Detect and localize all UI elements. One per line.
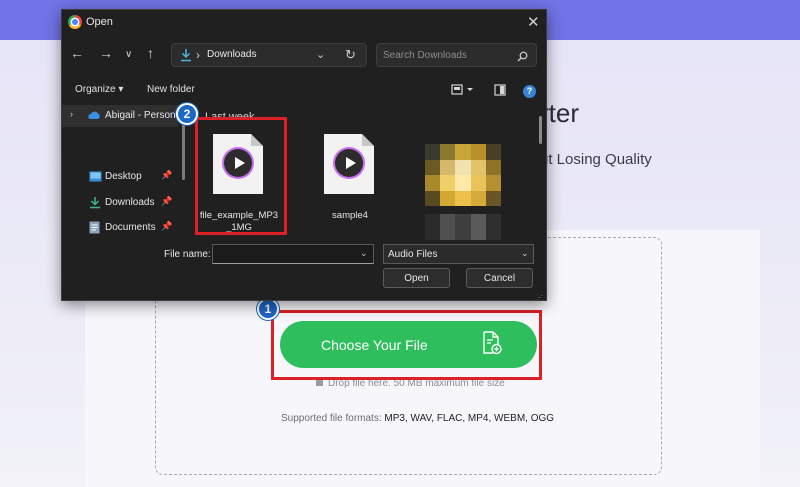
back-arrow-icon[interactable]: ← — [70, 45, 84, 61]
file-name-label: File name: — [164, 249, 211, 260]
new-folder-button[interactable]: New folder — [147, 84, 195, 95]
supported-formats: Supported file formats: MP3, WAV, FLAC, … — [281, 413, 554, 424]
address-bar[interactable]: › Downloads ⌄ ↻ — [171, 43, 367, 67]
nav-item-documents[interactable]: Documents 📌 — [62, 217, 178, 239]
file-type-value: Audio Files — [388, 249, 438, 260]
preview-pane-icon[interactable] — [494, 83, 506, 101]
nav-label-downloads: Downloads — [105, 197, 155, 208]
cancel-button[interactable]: Cancel — [466, 268, 533, 288]
open-button[interactable]: Open — [383, 268, 450, 288]
dialog-navbar: ← → ∨ ↑ › Downloads ⌄ ↻ — [62, 40, 546, 70]
breadcrumb-chevron-icon: › — [196, 48, 200, 62]
formats-label: Supported file formats: — [281, 413, 382, 424]
breadcrumb-downloads[interactable]: Downloads — [207, 49, 256, 60]
download-icon — [180, 48, 192, 67]
documents-icon — [89, 221, 100, 237]
dialog-titlebar[interactable]: Open ✕ — [62, 10, 546, 36]
nav-item-desktop[interactable]: Desktop 📌 — [62, 166, 178, 188]
pin-icon: 📌 — [161, 170, 173, 180]
nav-label-abigail: Abigail - Person — [105, 110, 176, 121]
upload-icon — [316, 379, 323, 386]
chevron-down-icon[interactable]: ⌄ — [316, 48, 325, 61]
forward-arrow-icon[interactable]: → — [99, 45, 113, 61]
open-file-dialog: Open ✕ ← → ∨ ↑ › Downloads ⌄ ↻ Organize … — [61, 9, 547, 301]
step-badge-1: 1 — [257, 298, 279, 320]
organize-menu[interactable]: Organize ▾ — [75, 84, 123, 95]
view-options-icon[interactable] — [451, 83, 475, 101]
help-icon[interactable]: ? — [523, 85, 536, 98]
resize-grip-icon[interactable]: ⋰ — [536, 294, 543, 300]
play-icon — [335, 149, 363, 177]
file-list-scroll-thumb[interactable] — [539, 116, 542, 144]
organize-label: Organize — [75, 84, 116, 95]
desktop-icon — [89, 171, 102, 185]
nav-label-desktop: Desktop — [105, 171, 142, 182]
image-thumbnail[interactable] — [425, 214, 501, 240]
dialog-title: Open — [86, 16, 113, 28]
formats-list: MP3, WAV, FLAC, MP4, WEBM, OGG — [384, 413, 555, 424]
chevron-down-icon: ⌄ — [521, 248, 529, 258]
highlight-choose-file — [271, 310, 542, 380]
image-thumbnail[interactable] — [425, 144, 501, 206]
download-icon — [89, 196, 101, 212]
dialog-footer: File name: ⌄ Audio Files ⌄ Open Cancel ⋰ — [62, 240, 546, 300]
file-name: sample4 — [332, 210, 368, 221]
nav-item-downloads[interactable]: Downloads 📌 — [62, 192, 178, 214]
refresh-icon[interactable]: ↻ — [345, 47, 356, 63]
page-subtitle: ut Losing Quality — [540, 151, 652, 168]
pin-icon: 📌 — [161, 221, 173, 231]
file-type-select[interactable]: Audio Files ⌄ — [383, 244, 534, 264]
nav-item-abigail[interactable]: › Abigail - Person — [62, 105, 178, 127]
search-icon[interactable] — [517, 49, 528, 67]
nav-label-documents: Documents — [105, 222, 156, 233]
pin-icon: 📌 — [161, 196, 173, 206]
file-list-scrollbar[interactable] — [538, 104, 544, 240]
file-name-input[interactable] — [212, 244, 374, 264]
command-bar: Organize ▾ New folder — [62, 78, 546, 102]
highlight-file-selection — [195, 117, 287, 235]
search-input[interactable] — [383, 48, 511, 63]
file-item-sample4[interactable]: sample4 — [310, 129, 390, 239]
step-badge-2: 2 — [176, 103, 198, 125]
chevron-down-icon[interactable]: ⌄ — [360, 248, 368, 259]
search-box[interactable] — [376, 43, 537, 67]
up-arrow-icon[interactable]: ↑ — [147, 45, 154, 61]
expand-chevron-icon[interactable]: › — [70, 109, 73, 119]
navigation-pane: › Abigail - Person Desktop 📌 Downloads 📌 — [62, 104, 180, 240]
chrome-icon — [68, 15, 82, 29]
recent-locations-icon[interactable]: ∨ — [125, 49, 132, 60]
close-icon[interactable]: ✕ — [527, 13, 540, 31]
cloud-icon — [87, 111, 101, 123]
